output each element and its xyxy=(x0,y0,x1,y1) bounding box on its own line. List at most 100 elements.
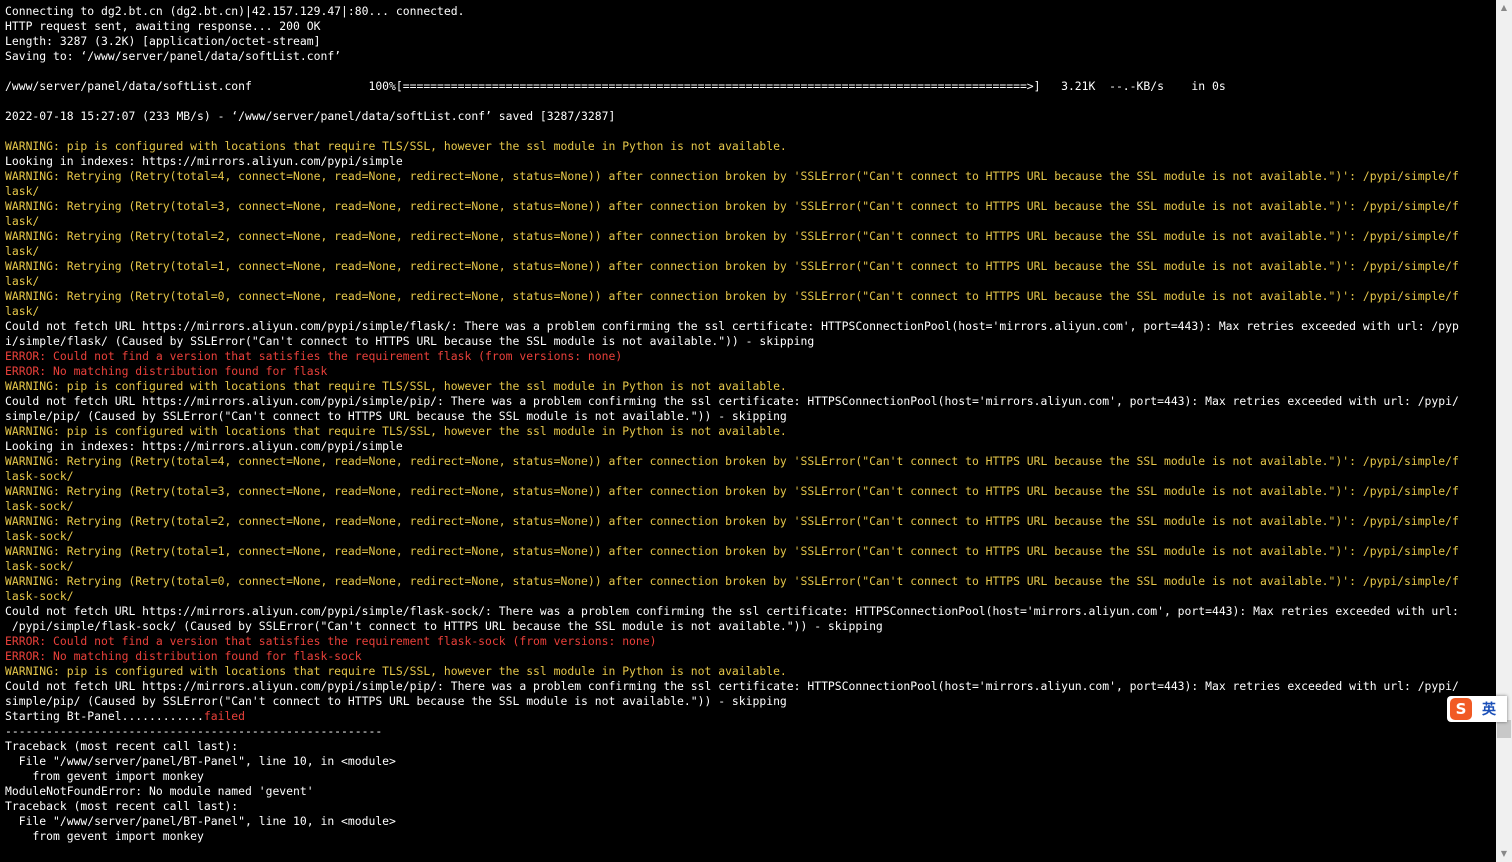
terminal-text: lask-sock/ xyxy=(5,559,74,573)
terminal-line: lask-sock/ xyxy=(5,589,1459,604)
terminal-text: Saving to: ‘/www/server/panel/data/softL… xyxy=(5,49,342,63)
ime-toolbar[interactable]: S 英 xyxy=(1447,696,1507,722)
scroll-up-arrow-icon[interactable]: ▲ xyxy=(1496,0,1512,16)
terminal-line: HTTP request sent, awaiting response... … xyxy=(5,19,1459,34)
terminal-text: WARNING: Retrying (Retry(total=2, connec… xyxy=(5,229,1459,243)
terminal-line: File "/www/server/panel/BT-Panel", line … xyxy=(5,754,1459,769)
terminal-text: Could not fetch URL https://mirrors.aliy… xyxy=(5,679,1459,693)
terminal-line: /pypi/simple/flask-sock/ (Caused by SSLE… xyxy=(5,619,1459,634)
terminal-line: ERROR: No matching distribution found fo… xyxy=(5,364,1459,379)
terminal-line: WARNING: pip is configured with location… xyxy=(5,139,1459,154)
terminal-line: WARNING: pip is configured with location… xyxy=(5,379,1459,394)
terminal-line: WARNING: Retrying (Retry(total=3, connec… xyxy=(5,199,1459,214)
terminal-text: lask/ xyxy=(5,214,40,228)
terminal-line: WARNING: Retrying (Retry(total=1, connec… xyxy=(5,259,1459,274)
terminal-text: from gevent import monkey xyxy=(5,769,204,783)
scroll-down-arrow-icon[interactable]: ▼ xyxy=(1496,846,1512,862)
terminal-text: from gevent import monkey xyxy=(5,829,204,843)
terminal-line: Saving to: ‘/www/server/panel/data/softL… xyxy=(5,49,1459,64)
terminal-line: WARNING: Retrying (Retry(total=0, connec… xyxy=(5,289,1459,304)
terminal-line: lask-sock/ xyxy=(5,529,1459,544)
terminal-text: Traceback (most recent call last): xyxy=(5,739,239,753)
terminal-line: ----------------------------------------… xyxy=(5,724,1459,739)
ime-language-toggle[interactable]: 英 xyxy=(1482,699,1496,719)
terminal-text: WARNING: Retrying (Retry(total=0, connec… xyxy=(5,574,1459,588)
terminal-text: Connecting to dg2.bt.cn (dg2.bt.cn)|42.1… xyxy=(5,4,465,18)
terminal-line: Could not fetch URL https://mirrors.aliy… xyxy=(5,679,1459,694)
terminal-line: lask/ xyxy=(5,214,1459,229)
terminal-line: WARNING: Retrying (Retry(total=4, connec… xyxy=(5,169,1459,184)
terminal-line: /www/server/panel/data/softList.conf 100… xyxy=(5,79,1459,94)
terminal-text: WARNING: Retrying (Retry(total=1, connec… xyxy=(5,544,1459,558)
terminal-line: ERROR: No matching distribution found fo… xyxy=(5,649,1459,664)
terminal-text: lask/ xyxy=(5,244,40,258)
terminal-text: lask/ xyxy=(5,304,40,318)
terminal-text: Starting Bt-Panel............ xyxy=(5,709,204,723)
terminal-line: Length: 3287 (3.2K) [application/octet-s… xyxy=(5,34,1459,49)
terminal-text: WARNING: pip is configured with location… xyxy=(5,379,787,393)
terminal-line: Could not fetch URL https://mirrors.aliy… xyxy=(5,319,1459,334)
terminal-line: Could not fetch URL https://mirrors.aliy… xyxy=(5,394,1459,409)
terminal-text: ----------------------------------------… xyxy=(5,724,383,738)
terminal-window[interactable]: Connecting to dg2.bt.cn (dg2.bt.cn)|42.1… xyxy=(0,0,1496,862)
terminal-text: ERROR: Could not find a version that sat… xyxy=(5,634,657,648)
terminal-line: Starting Bt-Panel............failed xyxy=(5,709,1459,724)
terminal-text: lask-sock/ xyxy=(5,529,74,543)
terminal-text: Looking in indexes: https://mirrors.aliy… xyxy=(5,154,403,168)
terminal-text: lask-sock/ xyxy=(5,589,74,603)
terminal-line: lask-sock/ xyxy=(5,559,1459,574)
terminal-line: Looking in indexes: https://mirrors.aliy… xyxy=(5,439,1459,454)
terminal-text: lask-sock/ xyxy=(5,499,74,513)
terminal-text: /pypi/simple/flask-sock/ (Caused by SSLE… xyxy=(5,619,883,633)
terminal-text: WARNING: Retrying (Retry(total=0, connec… xyxy=(5,289,1459,303)
terminal-text: WARNING: Retrying (Retry(total=3, connec… xyxy=(5,484,1459,498)
terminal-line: from gevent import monkey xyxy=(5,769,1459,784)
terminal-text: WARNING: pip is configured with location… xyxy=(5,424,787,438)
terminal-line: Connecting to dg2.bt.cn (dg2.bt.cn)|42.1… xyxy=(5,4,1459,19)
terminal-text: WARNING: pip is configured with location… xyxy=(5,664,787,678)
terminal-text: Could not fetch URL https://mirrors.aliy… xyxy=(5,394,1459,408)
terminal-line: Looking in indexes: https://mirrors.aliy… xyxy=(5,154,1459,169)
terminal-line: WARNING: pip is configured with location… xyxy=(5,664,1459,679)
terminal-line: ModuleNotFoundError: No module named 'ge… xyxy=(5,784,1459,799)
terminal-text: File "/www/server/panel/BT-Panel", line … xyxy=(5,754,396,768)
terminal-text: lask/ xyxy=(5,274,40,288)
terminal-line: i/simple/flask/ (Caused by SSLError("Can… xyxy=(5,334,1459,349)
terminal-line: WARNING: Retrying (Retry(total=0, connec… xyxy=(5,574,1459,589)
terminal-text: i/simple/flask/ (Caused by SSLError("Can… xyxy=(5,334,815,348)
terminal-text: Length: 3287 (3.2K) [application/octet-s… xyxy=(5,34,321,48)
terminal-text: File "/www/server/panel/BT-Panel", line … xyxy=(5,814,396,828)
terminal-text: Could not fetch URL https://mirrors.aliy… xyxy=(5,319,1459,333)
terminal-line: from gevent import monkey xyxy=(5,829,1459,844)
terminal-line: lask/ xyxy=(5,274,1459,289)
terminal-line: WARNING: Retrying (Retry(total=3, connec… xyxy=(5,484,1459,499)
terminal-text: simple/pip/ (Caused by SSLError("Can't c… xyxy=(5,409,787,423)
vertical-scrollbar[interactable]: ▲ ▼ xyxy=(1496,0,1512,862)
terminal-text: 2022-07-18 15:27:07 (233 MB/s) - ‘/www/s… xyxy=(5,109,616,123)
terminal-line: WARNING: pip is configured with location… xyxy=(5,424,1459,439)
scrollbar-thumb[interactable] xyxy=(1497,720,1511,738)
terminal-text: ERROR: No matching distribution found fo… xyxy=(5,649,362,663)
terminal-text: Traceback (most recent call last): xyxy=(5,799,239,813)
terminal-text: lask-sock/ xyxy=(5,469,74,483)
terminal-text: lask/ xyxy=(5,184,40,198)
terminal-text: failed xyxy=(203,709,246,723)
terminal-line: WARNING: Retrying (Retry(total=2, connec… xyxy=(5,514,1459,529)
sogou-logo-icon[interactable]: S xyxy=(1450,698,1472,720)
terminal-line: lask/ xyxy=(5,184,1459,199)
terminal-text: ERROR: Could not find a version that sat… xyxy=(5,349,623,363)
terminal-text: ModuleNotFoundError: No module named 'ge… xyxy=(5,784,314,798)
terminal-text: /www/server/panel/data/softList.conf 100… xyxy=(5,79,1226,93)
terminal-text: Looking in indexes: https://mirrors.aliy… xyxy=(5,439,403,453)
terminal-text: WARNING: Retrying (Retry(total=1, connec… xyxy=(5,259,1459,273)
terminal-text: WARNING: Retrying (Retry(total=4, connec… xyxy=(5,454,1459,468)
terminal-line: WARNING: Retrying (Retry(total=4, connec… xyxy=(5,454,1459,469)
terminal-text: Could not fetch URL https://mirrors.aliy… xyxy=(5,604,1459,618)
terminal-line: lask/ xyxy=(5,244,1459,259)
terminal-line: lask-sock/ xyxy=(5,499,1459,514)
terminal-line: simple/pip/ (Caused by SSLError("Can't c… xyxy=(5,409,1459,424)
terminal-line: File "/www/server/panel/BT-Panel", line … xyxy=(5,814,1459,829)
